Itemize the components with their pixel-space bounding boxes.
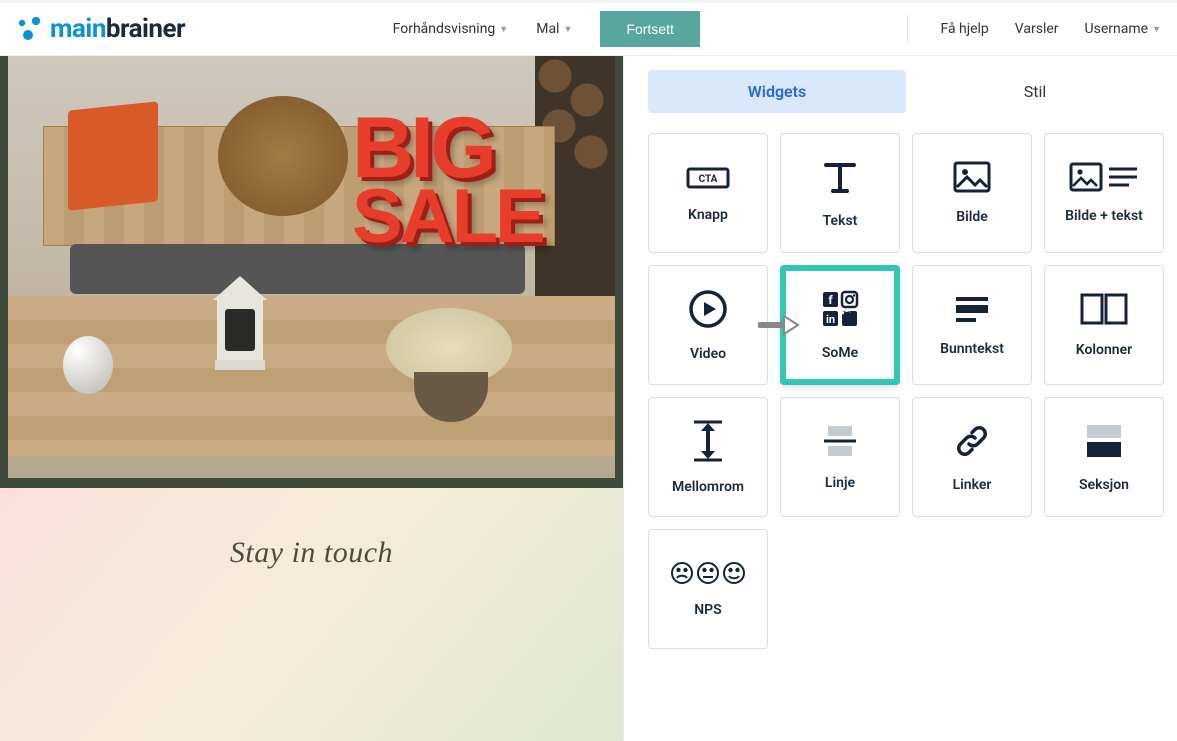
- footer-icon: [952, 293, 992, 325]
- svg-text:in: in: [826, 313, 835, 326]
- insert-arrow-icon: [758, 313, 800, 337]
- right-nav: Få hjelp Varsler Username ▼: [907, 15, 1161, 43]
- nav-template-label: Mal: [536, 21, 559, 37]
- divider: [907, 15, 908, 43]
- stay-in-touch-section[interactable]: Stay in touch: [0, 488, 623, 741]
- widget-label: Bilde: [956, 209, 988, 225]
- widget-label: Linker: [953, 477, 992, 493]
- chevron-down-icon: ▼: [499, 24, 508, 35]
- widget-label: Knapp: [688, 207, 728, 223]
- widget-label: NPS: [694, 602, 721, 618]
- social-icon: f in: [820, 289, 860, 329]
- logo[interactable]: mainbrainer: [16, 14, 185, 44]
- nav-user[interactable]: Username ▼: [1085, 21, 1161, 37]
- svg-text:CTA: CTA: [699, 174, 718, 185]
- widget-label: Kolonner: [1076, 342, 1132, 358]
- widget-label: Video: [690, 346, 726, 362]
- hero-image: BIG SALE: [8, 56, 615, 478]
- widget-label: Tekst: [823, 213, 858, 229]
- tab-widgets[interactable]: Widgets: [648, 70, 906, 113]
- nav-preview-label: Forhåndsvisning: [393, 21, 496, 37]
- spacer-icon: [690, 419, 726, 463]
- nav-alerts[interactable]: Varsler: [1015, 21, 1059, 37]
- widget-footer[interactable]: Bunntekst: [912, 265, 1032, 385]
- topbar: mainbrainer Forhåndsvisning ▼ Mal ▼ Fort…: [0, 0, 1177, 56]
- cta-icon: CTA: [686, 163, 730, 191]
- canvas[interactable]: BIG SALE Stay in touch: [0, 56, 623, 741]
- widget-line[interactable]: Linje: [780, 397, 900, 517]
- widgets-grid: CTA Knapp Tekst Bilde Bilde: [648, 133, 1164, 649]
- right-panel: Widgets Stil CTA Knapp Tekst Bilde: [623, 56, 1177, 741]
- chevron-down-icon: ▼: [563, 24, 572, 35]
- widget-nps[interactable]: NPS: [648, 529, 768, 649]
- widget-links[interactable]: Linker: [912, 397, 1032, 517]
- widget-label: Mellomrom: [672, 479, 744, 495]
- link-icon: [952, 421, 992, 461]
- stay-in-touch-heading: Stay in touch: [230, 536, 393, 741]
- workspace: BIG SALE Stay in touch Widgets Stil CTA …: [0, 56, 1177, 741]
- tab-style[interactable]: Stil: [906, 70, 1164, 113]
- widget-some[interactable]: f in SoMe: [780, 265, 900, 385]
- chevron-down-icon: ▼: [1152, 24, 1161, 35]
- nav-template[interactable]: Mal ▼: [536, 11, 572, 47]
- video-icon: [687, 288, 729, 330]
- widget-label: Bunntekst: [940, 341, 1004, 357]
- widget-button[interactable]: CTA Knapp: [648, 133, 768, 253]
- preview-frame: BIG SALE: [0, 56, 623, 488]
- nav-help[interactable]: Få hjelp: [940, 21, 988, 37]
- widget-label: Linje: [825, 475, 855, 491]
- widget-label: Bilde + tekst: [1065, 208, 1143, 224]
- center-nav: Forhåndsvisning ▼ Mal ▼ Fortsett: [393, 11, 700, 47]
- image-icon: [953, 161, 991, 193]
- columns-icon: [1079, 292, 1129, 326]
- widget-label: Seksjon: [1079, 477, 1129, 493]
- panel-tabs: Widgets Stil: [648, 70, 1164, 113]
- nav-preview[interactable]: Forhåndsvisning ▼: [393, 11, 509, 47]
- brand-text: mainbrainer: [50, 14, 185, 44]
- image-text-icon: [1069, 162, 1139, 192]
- widget-text[interactable]: Tekst: [780, 133, 900, 253]
- widget-spacer[interactable]: Mellomrom: [648, 397, 768, 517]
- widget-image[interactable]: Bilde: [912, 133, 1032, 253]
- logo-dots-icon: [16, 17, 44, 41]
- nav-user-label: Username: [1085, 21, 1149, 37]
- svg-text:f: f: [828, 293, 833, 307]
- text-icon: [820, 157, 860, 197]
- big-sale-graphic: BIG SALE: [352, 112, 543, 250]
- section-icon: [1082, 421, 1126, 461]
- continue-button[interactable]: Fortsett: [600, 11, 699, 47]
- line-icon: [820, 423, 860, 459]
- widget-section[interactable]: Seksjon: [1044, 397, 1164, 517]
- widget-columns[interactable]: Kolonner: [1044, 265, 1164, 385]
- widget-video[interactable]: Video: [648, 265, 768, 385]
- widget-label: SoMe: [822, 345, 858, 361]
- nps-icon: [670, 560, 746, 586]
- widget-image-text[interactable]: Bilde + tekst: [1044, 133, 1164, 253]
